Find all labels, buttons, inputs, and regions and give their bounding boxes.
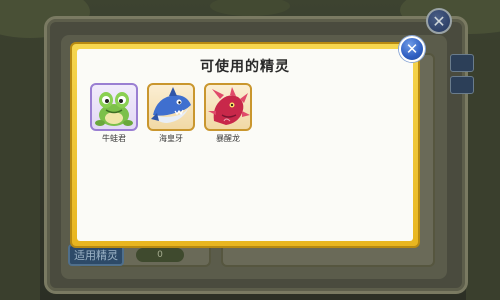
background-side-button (450, 54, 474, 72)
dialog-body: 可使用的精灵 牛蛙君 海皇牙 暴醒龙 (77, 49, 413, 241)
sprite-name: 暴醒龙 (216, 134, 240, 143)
blue-shark-creature-icon (151, 87, 191, 123)
sprite-card[interactable] (147, 83, 195, 131)
sprite-item[interactable]: 暴醒龙 (203, 83, 253, 144)
dialog-title: 可使用的精灵 (200, 59, 290, 75)
frog-creature-icon (95, 92, 133, 126)
background-side-button (450, 76, 474, 94)
sprite-card[interactable] (90, 83, 138, 131)
background-close-button: ✕ (426, 8, 452, 34)
red-dragon-creature-icon (208, 87, 250, 125)
sprite-name: 牛蛙君 (102, 134, 126, 143)
sprite-item[interactable]: 海皇牙 (146, 83, 196, 144)
sprite-card[interactable] (204, 83, 252, 131)
available-sprites-dialog: 可使用的精灵 牛蛙君 海皇牙 暴醒龙 (70, 42, 420, 248)
close-icon[interactable]: ✕ (399, 36, 425, 62)
background-counter: 0 (136, 248, 184, 262)
sprite-item[interactable]: 牛蛙君 (89, 83, 139, 144)
sprite-name: 海皇牙 (159, 134, 183, 143)
game-screen: ✕ 适用精灵 0 可使用的精灵 牛蛙君 海皇牙 暴醒龙 ✕ (0, 0, 500, 300)
sprite-list: 牛蛙君 海皇牙 暴醒龙 (89, 83, 253, 144)
